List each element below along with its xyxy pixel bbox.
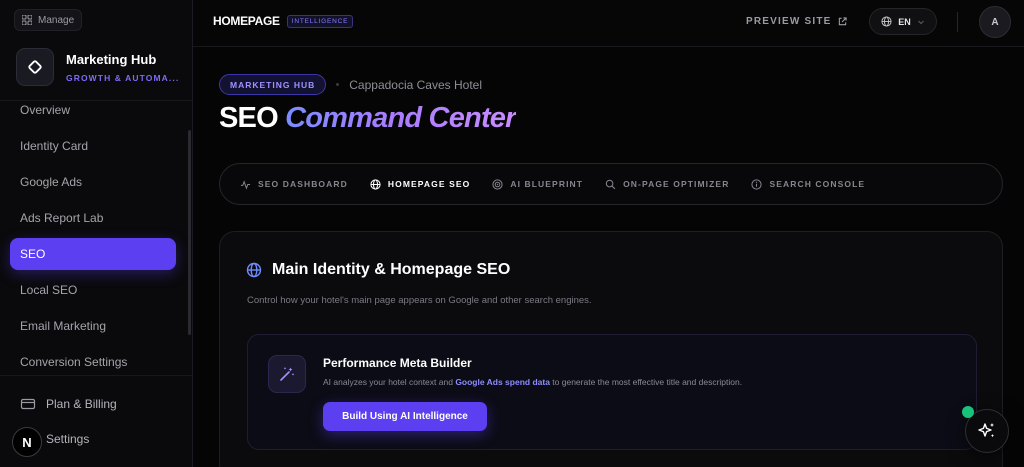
sidebar-item-google-ads[interactable]: Google Ads <box>10 166 176 198</box>
brand-tag: INTELLIGENCE <box>286 14 354 28</box>
magic-wand-icon <box>280 367 295 381</box>
language-label: EN <box>898 16 911 27</box>
hub-logo <box>16 48 54 86</box>
manage-button[interactable]: Manage <box>14 9 83 31</box>
avatar[interactable]: A <box>979 6 1011 38</box>
tab-ai-blueprint[interactable]: AI BLUEPRINT <box>492 178 584 190</box>
globe-icon <box>370 178 381 190</box>
n-badge[interactable]: N <box>12 427 42 457</box>
card-description: Control how your hotel's main page appea… <box>247 295 592 306</box>
card-title-text: Main Identity & Homepage SEO <box>272 261 511 278</box>
chevron-down-icon <box>917 20 924 24</box>
page-title-plain: SEO <box>219 102 286 134</box>
preview-site-link[interactable]: PREVIEW SITE <box>746 16 847 27</box>
language-selector[interactable]: EN <box>869 8 937 35</box>
magic-wand-badge <box>268 355 306 393</box>
sidebar-item-seo[interactable]: SEO <box>10 238 176 270</box>
tab-label: SEO DASHBOARD <box>258 179 348 189</box>
tab-on-page-optimizer[interactable]: ON-PAGE OPTIMIZER <box>605 179 729 190</box>
globe-icon <box>246 262 262 278</box>
diamond-icon <box>28 60 42 74</box>
settings-label: Settings <box>46 432 90 446</box>
sidebar-item-settings[interactable]: Settings <box>46 432 89 446</box>
breadcrumb: MARKETING HUB Cappadocia Caves Hotel <box>219 74 482 95</box>
grid-icon <box>22 15 32 25</box>
breadcrumb-separator <box>336 83 340 86</box>
sidebar-nav: Overview Identity Card Google Ads Ads Re… <box>10 94 176 382</box>
hub-switcher[interactable]: Marketing Hub GROWTH & AUTOMA... <box>16 48 179 86</box>
sidebar-item-overview[interactable]: Overview <box>10 94 176 126</box>
build-ai-button[interactable]: Build Using AI Intelligence <box>323 402 487 431</box>
info-icon <box>751 178 763 190</box>
meta-builder-description: AI analyzes your hotel context and Googl… <box>323 377 742 387</box>
divider <box>0 375 192 376</box>
breadcrumb-hub-pill[interactable]: MARKETING HUB <box>219 74 327 95</box>
hub-subtitle: GROWTH & AUTOMA... <box>66 72 180 83</box>
sidebar-item-local-seo[interactable]: Local SEO <box>10 274 176 306</box>
sparkles-icon <box>978 423 995 438</box>
activity-icon <box>240 179 251 190</box>
topbar: HOMEPAGE INTELLIGENCE PREVIEW SITE EN A <box>193 0 1024 47</box>
tab-label: SEARCH CONSOLE <box>769 179 866 189</box>
target-icon <box>492 178 503 190</box>
sidebar-item-ads-report-lab[interactable]: Ads Report Lab <box>10 202 176 234</box>
sidebar-item-conversion-settings[interactable]: Conversion Settings <box>10 346 176 378</box>
external-link-icon <box>838 17 847 26</box>
divider <box>957 12 958 32</box>
brand-name: HOMEPAGE <box>213 14 280 28</box>
meta-builder-panel: Performance Meta Builder AI analyzes you… <box>247 334 977 450</box>
sidebar-scrollbar[interactable] <box>188 130 191 335</box>
sidebar-item-plan-billing[interactable]: Plan & Billing <box>20 396 117 412</box>
credit-card-icon <box>20 398 36 410</box>
brand-logo[interactable]: HOMEPAGE INTELLIGENCE <box>213 14 354 28</box>
online-status-dot <box>962 406 974 418</box>
tab-homepage-seo[interactable]: HOMEPAGE SEO <box>370 178 471 190</box>
sidebar-item-identity-card[interactable]: Identity Card <box>10 130 176 162</box>
tab-label: ON-PAGE OPTIMIZER <box>623 179 730 189</box>
hub-title: Marketing Hub <box>66 51 157 67</box>
card-title: Main Identity & Homepage SEO <box>246 261 510 279</box>
plan-billing-label: Plan & Billing <box>46 397 117 411</box>
manage-label: Manage <box>38 14 75 26</box>
desc-highlight: Google Ads spend data <box>455 377 550 387</box>
desc-post: to generate the most effective title and… <box>549 377 743 387</box>
sidebar: Manage Marketing Hub GROWTH & AUTOMA... … <box>0 0 193 467</box>
preview-label: PREVIEW SITE <box>746 16 832 27</box>
seo-tabs: SEO DASHBOARD HOMEPAGE SEO AI BLUEPRINT … <box>219 163 1003 205</box>
breadcrumb-hotel: Cappadocia Caves Hotel <box>349 77 482 92</box>
sidebar-item-email-marketing[interactable]: Email Marketing <box>10 310 176 342</box>
tab-label: AI BLUEPRINT <box>510 179 584 189</box>
page-title-accent: Command Center <box>285 102 516 134</box>
globe-icon <box>881 16 892 27</box>
meta-builder-title: Performance Meta Builder <box>323 356 472 370</box>
search-icon <box>605 179 616 189</box>
homepage-seo-card: Main Identity & Homepage SEO Control how… <box>219 231 1003 467</box>
page-title: SEO Command Center <box>219 102 516 135</box>
desc-pre: AI analyzes your hotel context and <box>323 377 456 387</box>
tab-label: HOMEPAGE SEO <box>387 179 471 189</box>
tab-seo-dashboard[interactable]: SEO DASHBOARD <box>240 179 348 190</box>
tab-search-console[interactable]: SEARCH CONSOLE <box>751 178 866 190</box>
